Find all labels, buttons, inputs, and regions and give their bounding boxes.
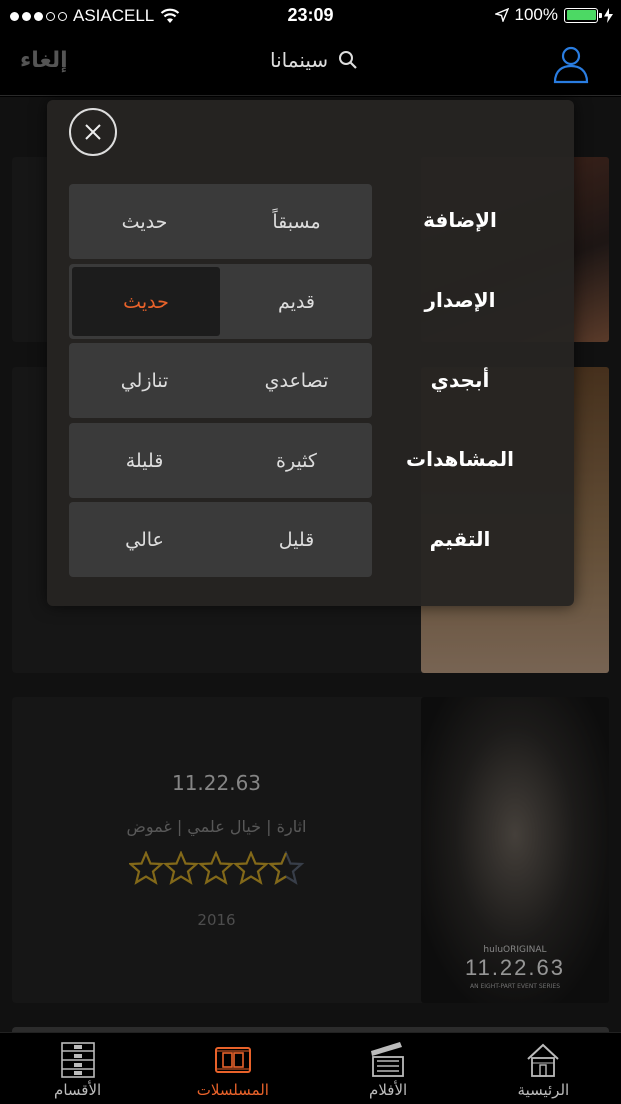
sort-label-alphabetical: أبجدي [430,368,490,392]
sort-option-release-newest[interactable]: حديث [72,267,220,336]
search-label: سينمانا [270,48,329,72]
sort-option-views-few[interactable]: قليلة [69,423,220,498]
sort-option-rating-high[interactable]: عالي [69,502,220,577]
tab-label: المسلسلات [196,1081,269,1099]
tab-label: الأفلام [369,1081,408,1099]
sort-option-views-many[interactable]: كثيرة [221,423,372,498]
tab-bar: الأقسام المسلسلات الأفلام الرئيسية [0,1032,621,1104]
battery-icon [564,7,602,23]
tab-home[interactable]: الرئيسية [466,1033,621,1104]
tab-sections[interactable]: الأقسام [0,1033,155,1104]
sort-option-descending[interactable]: تنازلي [69,343,220,418]
battery-percent: 100% [514,5,558,24]
status-bar: ASIACELL 23:09 100% [0,0,621,32]
sort-label-release: الإصدار [424,288,496,312]
charging-icon [604,7,613,23]
tab-label: الرئيسية [517,1081,570,1099]
close-button[interactable] [69,108,117,156]
sort-row-release: قديم حديث [69,264,372,339]
sort-label-rating: التقيم [429,527,491,551]
sort-row-rating: قليل عالي [69,502,372,577]
sort-option-rating-low[interactable]: قليل [221,502,372,577]
search-icon [339,51,357,69]
clapperboard-icon [371,1042,405,1077]
tab-movies[interactable]: الأفلام [311,1033,466,1104]
sort-row-views: كثيرة قليلة [69,423,372,498]
sort-option-release-oldest[interactable]: قديم [221,264,372,339]
close-icon [85,124,101,140]
sections-icon [60,1042,95,1078]
search-bar[interactable]: سينمانا [270,48,358,72]
tab-label: الأقسام [54,1081,102,1099]
tab-series[interactable]: المسلسلات [155,1033,310,1104]
sort-label-added: الإضافة [423,208,497,232]
status-right: 100% [494,5,613,25]
sort-label-views: المشاهدات [405,447,514,471]
home-icon [527,1043,560,1077]
nav-bar: إلغاء سينمانا [0,32,621,96]
sort-option-added-newest[interactable]: حديث [69,184,220,259]
sort-option-added-earlier[interactable]: مسبقاً [221,184,372,259]
location-icon [494,8,509,22]
sort-row-added: مسبقاً حديث [69,184,372,259]
sort-row-alphabetical: تصاعدي تنازلي [69,343,372,418]
film-strip-icon [214,1047,251,1073]
cancel-button[interactable]: إلغاء [20,48,68,73]
user-profile-icon[interactable] [551,42,591,84]
sort-option-ascending[interactable]: تصاعدي [221,343,372,418]
